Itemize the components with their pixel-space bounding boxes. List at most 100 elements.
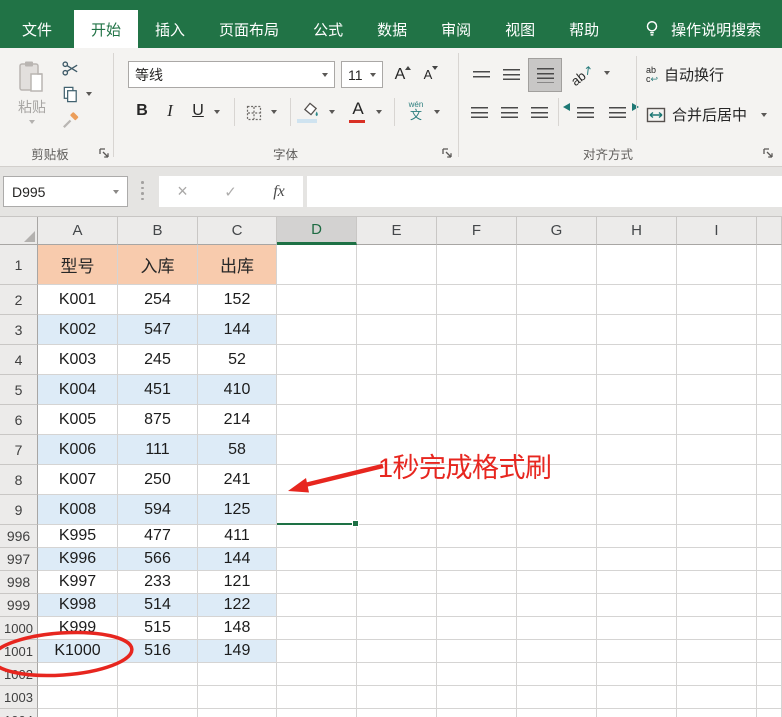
cell-E999[interactable] bbox=[357, 594, 437, 617]
cell-C5[interactable]: 410 bbox=[198, 375, 277, 405]
row-header-1000[interactable]: 1000 bbox=[0, 617, 38, 640]
cell-J3[interactable] bbox=[757, 315, 782, 345]
cell-D1004[interactable] bbox=[277, 709, 357, 717]
cell-C9[interactable]: 125 bbox=[198, 495, 277, 525]
copy-button[interactable] bbox=[59, 84, 81, 104]
cell-E1002[interactable] bbox=[357, 663, 437, 686]
cell-J2[interactable] bbox=[757, 285, 782, 315]
tab-5[interactable]: 公式 bbox=[296, 10, 360, 48]
bottom-align-button-selected[interactable] bbox=[528, 58, 562, 92]
cell-I999[interactable] bbox=[677, 594, 757, 617]
font-color-caret[interactable] bbox=[376, 110, 382, 114]
merge-center-button[interactable]: 合并后居中 bbox=[646, 104, 768, 125]
row-header-1001[interactable]: 1001 bbox=[0, 640, 38, 663]
cell-E6[interactable] bbox=[357, 405, 437, 435]
grow-font-button[interactable]: A bbox=[392, 62, 414, 87]
copy-dropdown-caret[interactable] bbox=[86, 92, 92, 96]
row-header-8[interactable]: 8 bbox=[0, 465, 38, 495]
cell-F997[interactable] bbox=[437, 548, 517, 571]
selection-fill-handle[interactable] bbox=[352, 520, 359, 527]
cell-G1003[interactable] bbox=[517, 686, 597, 709]
cell-D8[interactable] bbox=[277, 465, 357, 495]
row-header-1002[interactable]: 1002 bbox=[0, 663, 38, 686]
col-header-H[interactable]: H bbox=[597, 217, 677, 245]
cell-C998[interactable]: 121 bbox=[198, 571, 277, 594]
cell-G1002[interactable] bbox=[517, 663, 597, 686]
cell-C1001[interactable]: 149 bbox=[198, 640, 277, 663]
phonetic-button[interactable]: wén 文 bbox=[402, 97, 430, 125]
cell-F9[interactable] bbox=[437, 495, 517, 525]
cell-H8[interactable] bbox=[597, 465, 677, 495]
cell-B1000[interactable]: 515 bbox=[118, 617, 198, 640]
top-align-button[interactable] bbox=[468, 62, 494, 88]
cell-I1000[interactable] bbox=[677, 617, 757, 640]
font-dialog-launcher[interactable] bbox=[441, 147, 453, 159]
cell-B9[interactable]: 594 bbox=[118, 495, 198, 525]
cell-H999[interactable] bbox=[597, 594, 677, 617]
cell-F1001[interactable] bbox=[437, 640, 517, 663]
col-header-I[interactable]: I bbox=[677, 217, 757, 245]
format-painter-button[interactable] bbox=[59, 110, 81, 130]
cell-B997[interactable]: 566 bbox=[118, 548, 198, 571]
fill-color-button[interactable] bbox=[297, 100, 322, 123]
borders-caret[interactable] bbox=[271, 110, 277, 114]
insert-function-icon[interactable]: fx bbox=[273, 183, 285, 201]
cell-G8[interactable] bbox=[517, 465, 597, 495]
cell-D1003[interactable] bbox=[277, 686, 357, 709]
cell-H5[interactable] bbox=[597, 375, 677, 405]
cell-A1004[interactable] bbox=[38, 709, 118, 717]
cell-E1004[interactable] bbox=[357, 709, 437, 717]
cell-J8[interactable] bbox=[757, 465, 782, 495]
row-header-1003[interactable]: 1003 bbox=[0, 686, 38, 709]
cell-A6[interactable]: K005 bbox=[38, 405, 118, 435]
row-header-4[interactable]: 4 bbox=[0, 345, 38, 375]
cell-H3[interactable] bbox=[597, 315, 677, 345]
row-header-997[interactable]: 997 bbox=[0, 548, 38, 571]
cell-I998[interactable] bbox=[677, 571, 757, 594]
cell-C999[interactable]: 122 bbox=[198, 594, 277, 617]
cell-G997[interactable] bbox=[517, 548, 597, 571]
cell-G3[interactable] bbox=[517, 315, 597, 345]
cell-I3[interactable] bbox=[677, 315, 757, 345]
cell-J1002[interactable] bbox=[757, 663, 782, 686]
cell-A997[interactable]: K996 bbox=[38, 548, 118, 571]
cell-J1000[interactable] bbox=[757, 617, 782, 640]
cell-D1002[interactable] bbox=[277, 663, 357, 686]
cell-A8[interactable]: K007 bbox=[38, 465, 118, 495]
cell-F4[interactable] bbox=[437, 345, 517, 375]
cell-D9[interactable] bbox=[277, 495, 357, 525]
cell-J996[interactable] bbox=[757, 525, 782, 548]
cell-J7[interactable] bbox=[757, 435, 782, 465]
enter-icon[interactable]: ✓ bbox=[224, 183, 237, 201]
increase-indent-button[interactable] bbox=[604, 100, 639, 126]
cell-H1001[interactable] bbox=[597, 640, 677, 663]
col-header-D[interactable]: D bbox=[277, 217, 357, 245]
cell-A996[interactable]: K995 bbox=[38, 525, 118, 548]
cell-B4[interactable]: 245 bbox=[118, 345, 198, 375]
cell-B996[interactable]: 477 bbox=[118, 525, 198, 548]
cell-D5[interactable] bbox=[277, 375, 357, 405]
cell-D996[interactable] bbox=[277, 525, 357, 548]
row-header-999[interactable]: 999 bbox=[0, 594, 38, 617]
cut-button[interactable] bbox=[59, 58, 81, 78]
font-name-combobox[interactable]: 等线 bbox=[128, 61, 335, 88]
cell-A1003[interactable] bbox=[38, 686, 118, 709]
cell-D4[interactable] bbox=[277, 345, 357, 375]
cell-A3[interactable]: K002 bbox=[38, 315, 118, 345]
cell-H996[interactable] bbox=[597, 525, 677, 548]
cell-F8[interactable] bbox=[437, 465, 517, 495]
cell-B999[interactable]: 514 bbox=[118, 594, 198, 617]
cell-E998[interactable] bbox=[357, 571, 437, 594]
cell-B6[interactable]: 875 bbox=[118, 405, 198, 435]
cell-C6[interactable]: 214 bbox=[198, 405, 277, 435]
name-box[interactable]: D995 bbox=[3, 176, 128, 207]
cell-J999[interactable] bbox=[757, 594, 782, 617]
cell-D3[interactable] bbox=[277, 315, 357, 345]
cell-D1001[interactable] bbox=[277, 640, 357, 663]
cell-H4[interactable] bbox=[597, 345, 677, 375]
cell-G9[interactable] bbox=[517, 495, 597, 525]
cell-I1[interactable] bbox=[677, 245, 757, 285]
cell-F1[interactable] bbox=[437, 245, 517, 285]
tab-3[interactable]: 插入 bbox=[138, 10, 202, 48]
cell-I9[interactable] bbox=[677, 495, 757, 525]
